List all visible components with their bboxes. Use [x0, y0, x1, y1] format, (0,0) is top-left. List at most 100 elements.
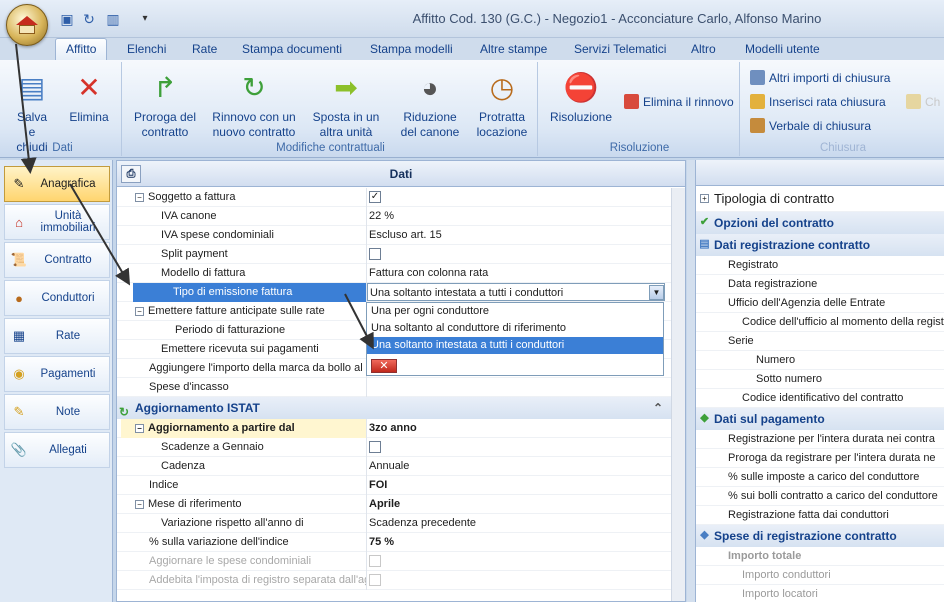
table-row[interactable]: % sulla variazione dell'indice 75 % [117, 533, 685, 552]
table-row[interactable]: Tipo di emissione fattura Una soltanto i… [117, 283, 685, 302]
turn-arrow-icon: ↱ [153, 72, 177, 103]
right-row[interactable]: Ufficio dell'Agenzia delle Entrate [696, 294, 944, 313]
group-modifiche: ↱ Proroga del contratto ↻ Rinnovo con un… [124, 62, 538, 156]
nav-anagrafica[interactable]: ✎ Anagrafica [4, 166, 110, 202]
table-row[interactable]: Split payment [117, 245, 685, 264]
right-row[interactable]: Importo locatori [696, 585, 944, 602]
group-dati: ▤ Salva e chiudi ✕ Elimina Dati [4, 62, 122, 156]
tab-stampa-documenti[interactable]: Stampa documenti [242, 42, 342, 56]
tab-servizi-telematici[interactable]: Servizi Telematici [574, 42, 666, 56]
table-row[interactable]: Indice FOI [117, 476, 685, 495]
split-payment-checkbox[interactable] [369, 248, 381, 261]
nav-conduttori[interactable]: ● Conduttori [4, 280, 110, 316]
verbale-button[interactable]: Verbale di chiusura [750, 118, 871, 133]
delete-button[interactable]: ✕ Elimina [66, 72, 112, 125]
tipologia-contratto-row[interactable]: + Tipologia di contratto [696, 186, 944, 212]
dropdown-option-selected[interactable]: Una soltanto intestata a tutti i condutt… [367, 337, 663, 354]
panel-header: ⎙ Dati [117, 161, 685, 187]
table-row[interactable]: − Soggetto a fattura ✓ [117, 188, 685, 207]
right-category[interactable]: ✔ Opzioni del contratto [696, 212, 944, 234]
move-arrow-icon: ➡ [334, 72, 358, 103]
vertical-scrollbar[interactable] [671, 188, 685, 601]
addebita-imposta-checkbox[interactable] [369, 574, 381, 587]
right-row[interactable]: Registrato [696, 256, 944, 275]
collapse-icon[interactable]: − [135, 306, 144, 316]
right-row[interactable]: Numero [696, 351, 944, 370]
app-menu-button[interactable] [6, 4, 48, 46]
nav-pagamenti[interactable]: ◉ Pagamenti [4, 356, 110, 392]
table-row[interactable]: Spese d'incasso [117, 378, 685, 397]
right-category[interactable]: ◆ Dati sul pagamento [696, 408, 944, 430]
right-row[interactable]: Registrazione fatta dai conduttori [696, 506, 944, 525]
table-row[interactable]: Variazione rispetto all'anno di Scadenza… [117, 514, 685, 533]
table-row[interactable]: IVA canone 22 % [117, 207, 685, 226]
nav-contratto[interactable]: 📜 Contratto [4, 242, 110, 278]
group-chiusura: Altri importi di chiusura Inserisci rata… [742, 62, 944, 156]
remove-renew-icon [624, 94, 639, 109]
tab-rate[interactable]: Rate [192, 42, 217, 56]
right-row[interactable]: % sulle imposte a carico del conduttore [696, 468, 944, 487]
right-category[interactable]: ◆ Spese di registrazione contratto [696, 525, 944, 547]
table-row[interactable]: Cadenza Annuale [117, 457, 685, 476]
table-row[interactable]: Aggiornare le spese condominiali [117, 552, 685, 571]
nav-unita-immobiliari[interactable]: ⌂ Unità immobiliari [4, 204, 110, 240]
tab-modelli-utente[interactable]: Modelli utente [745, 42, 820, 56]
rinnovo-button[interactable]: ↻ Rinnovo con un nuovo contratto [208, 72, 300, 140]
nav-note[interactable]: ✎ Note [4, 394, 110, 430]
paperclip-icon: 📎 [10, 442, 28, 457]
calendar-icon: ▦ [12, 328, 26, 343]
riduzione-button[interactable]: ◕ Riduzione del canone [394, 72, 466, 140]
soggetto-fattura-checkbox[interactable]: ✓ [369, 191, 381, 204]
right-row[interactable]: Data registrazione [696, 275, 944, 294]
print-button[interactable]: ⎙ [121, 165, 141, 183]
right-category[interactable]: ▤ Dati registrazione contratto [696, 234, 944, 256]
table-row[interactable]: − Aggiornamento a partire dal 3zo anno [117, 419, 685, 438]
nav-rate[interactable]: ▦ Rate [4, 318, 110, 354]
proroga-button[interactable]: ↱ Proroga del contratto [130, 72, 200, 140]
inserisci-rata-button[interactable]: Inserisci rata chiusura [750, 94, 886, 109]
aggiornare-spese-checkbox[interactable] [369, 555, 381, 568]
tab-affitto[interactable]: Affitto [55, 38, 108, 62]
category-icon: ◆ [700, 412, 709, 424]
tab-altro[interactable]: Altro [691, 42, 716, 56]
right-row[interactable]: Codice identificativo del contratto [696, 389, 944, 408]
right-row[interactable]: % sui bolli contratto a carico del condu… [696, 487, 944, 506]
tab-altre-stampe[interactable]: Altre stampe [480, 42, 547, 56]
chevron-down-icon[interactable]: ▼ [649, 285, 664, 300]
right-row[interactable]: Proroga da registrare per l'intera durat… [696, 449, 944, 468]
table-row[interactable]: IVA spese condominiali Escluso art. 15 [117, 226, 685, 245]
panel-splitter[interactable] [687, 160, 695, 602]
tab-stampa-modelli[interactable]: Stampa modelli [370, 42, 453, 56]
tipo-emissione-combobox[interactable]: Una soltanto intestata a tutti i condutt… [367, 283, 665, 301]
dropdown-option[interactable]: Una per ogni conduttore [367, 303, 663, 320]
table-row[interactable]: Modello di fattura Fattura con colonna r… [117, 264, 685, 283]
table-row[interactable]: Scadenze a Gennaio [117, 438, 685, 457]
table-row[interactable]: − Mese di riferimento Aprile [117, 495, 685, 514]
clear-value-button[interactable]: ✕ [371, 359, 397, 373]
scadenze-gennaio-checkbox[interactable] [369, 441, 381, 454]
nav-allegati[interactable]: 📎 Allegati [4, 432, 110, 468]
right-panel-header [696, 160, 944, 186]
collapse-icon[interactable]: − [135, 423, 144, 433]
right-row[interactable]: Serie [696, 332, 944, 351]
right-row[interactable]: Registrazione per l'intera durata nei co… [696, 430, 944, 449]
elimina-rinnovo-button[interactable]: Elimina il rinnovo [624, 94, 734, 109]
note-icon: ✎ [13, 404, 25, 419]
collapse-up-icon[interactable]: ⌃ [653, 397, 663, 419]
collapse-icon[interactable]: − [135, 499, 144, 509]
right-row[interactable]: Codice dell'ufficio al momento della reg… [696, 313, 944, 332]
risoluzione-button[interactable]: ⛔ Risoluzione [546, 72, 616, 125]
chiusura-disabled-button: Ch [906, 94, 940, 109]
altri-importi-button[interactable]: Altri importi di chiusura [750, 70, 890, 85]
table-row[interactable]: Addebita l'imposta di registro separata … [117, 571, 685, 590]
right-row[interactable]: Importo totale [696, 547, 944, 566]
sposta-button[interactable]: ➡ Sposta in un altra unità [308, 72, 384, 140]
dropdown-option[interactable]: Una soltanto al conduttore di riferiment… [367, 320, 663, 337]
right-row[interactable]: Sotto numero [696, 370, 944, 389]
expand-icon[interactable]: + [700, 194, 709, 203]
right-row[interactable]: Importo conduttori [696, 566, 944, 585]
istat-category[interactable]: ↻ Aggiornamento ISTAT ⌃ [117, 397, 685, 419]
collapse-icon[interactable]: − [135, 192, 144, 202]
tab-elenchi[interactable]: Elenchi [127, 42, 166, 56]
protratta-button[interactable]: ◷ Protratta locazione [470, 72, 534, 140]
